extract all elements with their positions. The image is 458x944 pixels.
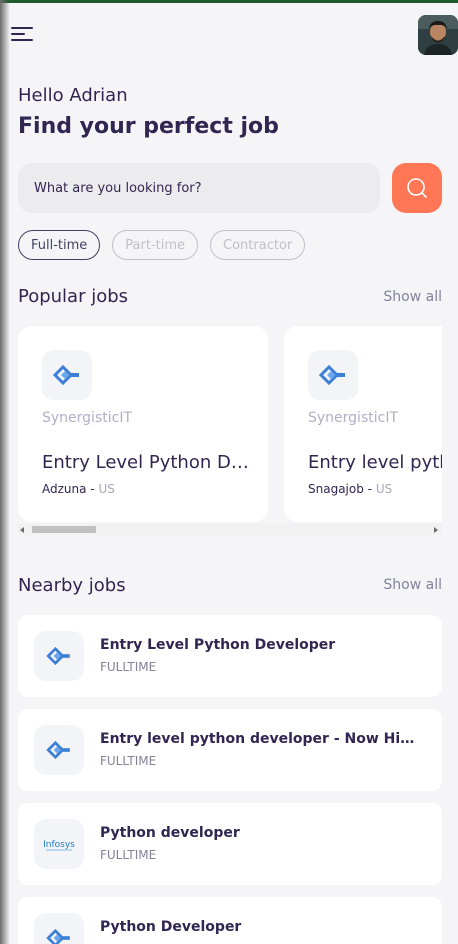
horizontal-scrollbar[interactable] — [18, 524, 442, 535]
job-title: Python Developer — [100, 919, 242, 935]
job-title: Entry level python developer — [308, 452, 442, 473]
popular-job-card[interactable]: SynergisticIT Entry level python develop… — [284, 326, 442, 522]
company-logo — [42, 350, 92, 400]
synergisticit-logo-icon — [46, 929, 70, 944]
search-icon — [407, 178, 427, 198]
scroll-right-arrow-icon[interactable] — [434, 527, 438, 533]
greeting-text: Hello Adrian — [18, 85, 128, 106]
window-top-border — [0, 0, 458, 3]
nearby-show-all-link[interactable]: Show all — [383, 577, 442, 593]
synergisticit-logo-icon — [53, 365, 79, 385]
tab-part-time[interactable]: Part-time — [112, 230, 199, 260]
scroll-left-arrow-icon[interactable] — [20, 527, 24, 533]
nearby-job-card[interactable]: Infosys Python developer FULLTIME — [18, 803, 442, 885]
page-headline: Find your perfect job — [18, 114, 279, 139]
job-meta: Adzuna - US — [42, 482, 115, 496]
synergisticit-logo-icon — [46, 647, 70, 665]
job-type: FULLTIME — [100, 660, 157, 674]
tab-full-time[interactable]: Full-time — [18, 230, 101, 260]
tab-contractor[interactable]: Contractor — [210, 230, 306, 260]
synergisticit-logo-icon — [46, 741, 70, 759]
job-publisher: Adzuna — [42, 482, 87, 496]
job-type-tabs: Full-time Part-time Contractor — [18, 230, 306, 260]
popular-jobs-title: Popular jobs — [18, 286, 129, 307]
drawer-edge-shadow — [0, 0, 10, 944]
nearby-jobs-title: Nearby jobs — [18, 575, 126, 596]
hamburger-menu-icon[interactable] — [11, 25, 35, 45]
synergisticit-logo-icon — [319, 365, 345, 385]
search-input[interactable] — [18, 163, 380, 213]
infosys-logo-icon: Infosys — [43, 840, 75, 851]
job-publisher: Snagajob — [308, 482, 364, 496]
meta-separator: - — [363, 482, 376, 496]
popular-show-all-link[interactable]: Show all — [383, 289, 442, 305]
meta-separator: - — [86, 482, 99, 496]
company-name: SynergisticIT — [308, 410, 398, 426]
job-type: FULLTIME — [100, 848, 157, 862]
search-button[interactable] — [392, 163, 442, 213]
company-logo — [34, 913, 84, 944]
job-meta: Snagajob - US — [308, 482, 392, 496]
user-avatar[interactable] — [418, 15, 458, 55]
scrollbar-thumb[interactable] — [32, 526, 96, 533]
nearby-job-card[interactable]: Entry Level Python Developer FULLTIME — [18, 615, 442, 697]
job-title: Entry level python developer - Now Hirin… — [100, 731, 420, 747]
job-title: Entry Level Python Developer — [42, 452, 252, 473]
company-name: SynergisticIT — [42, 410, 132, 426]
svg-text:Infosys: Infosys — [43, 840, 75, 850]
company-logo — [34, 725, 84, 775]
search-bar — [18, 163, 380, 213]
popular-jobs-carousel[interactable]: SynergisticIT Entry Level Python Develop… — [18, 326, 442, 522]
nearby-job-card[interactable]: Entry level python developer - Now Hirin… — [18, 709, 442, 791]
company-logo — [34, 631, 84, 681]
job-country: US — [375, 482, 393, 496]
job-title: Entry Level Python Developer — [100, 637, 336, 653]
job-title: Python developer — [100, 825, 240, 841]
popular-job-card[interactable]: SynergisticIT Entry Level Python Develop… — [18, 326, 268, 522]
job-type: FULLTIME — [100, 754, 157, 768]
company-logo — [308, 350, 358, 400]
nearby-job-card[interactable]: Python Developer FULLTIME — [18, 897, 442, 944]
job-country: US — [98, 482, 115, 496]
company-logo: Infosys — [34, 819, 84, 869]
